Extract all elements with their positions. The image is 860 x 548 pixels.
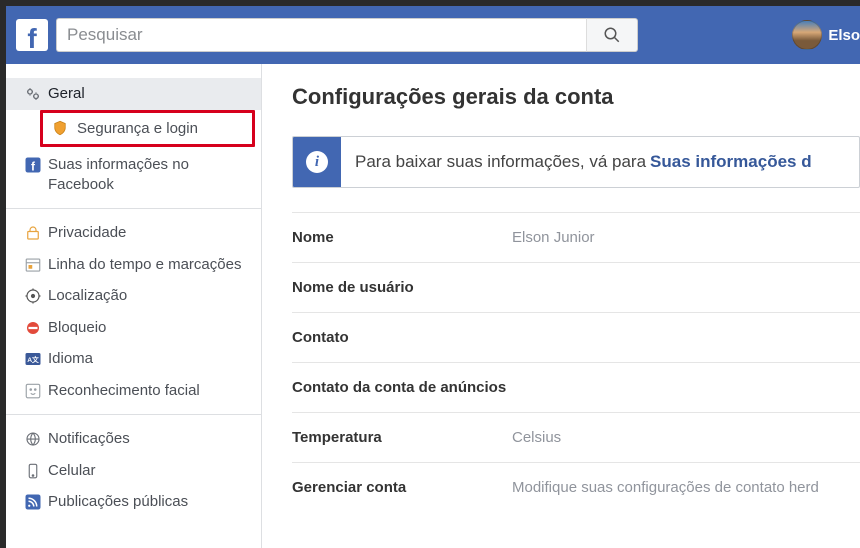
fb-logo-icon[interactable]: f xyxy=(16,19,48,51)
row-key: Nome xyxy=(292,213,512,263)
avatar xyxy=(792,20,822,50)
user-name: Elso xyxy=(828,27,860,44)
sidebar-item-linha-do-tempo[interactable]: Linha do tempo e marcações xyxy=(6,249,261,281)
table-row[interactable]: Nome de usuário xyxy=(292,263,860,313)
block-icon xyxy=(24,319,42,337)
sidebar-item-label: Publicações públicas xyxy=(48,492,188,512)
settings-sidebar: Geral Segurança e login f Suas informaçõ… xyxy=(6,64,262,548)
sidebar-item-label: Segurança e login xyxy=(77,119,198,139)
lock-icon xyxy=(24,224,42,242)
table-row[interactable]: Contato xyxy=(292,313,860,363)
gears-icon xyxy=(24,85,42,103)
shield-icon xyxy=(51,119,69,137)
sidebar-item-label: Bloqueio xyxy=(48,318,106,338)
notice-text: Para baixar suas informações, vá para Su… xyxy=(341,137,859,187)
sidebar-item-privacidade[interactable]: Privacidade xyxy=(6,217,261,249)
sidebar-item-label: Privacidade xyxy=(48,223,126,243)
rss-icon xyxy=(24,493,42,511)
row-val xyxy=(512,263,860,313)
globe-icon xyxy=(24,430,42,448)
sidebar-item-notificacoes[interactable]: Notificações xyxy=(6,423,261,455)
sidebar-item-geral[interactable]: Geral xyxy=(6,78,261,110)
highlight-annotation: Segurança e login xyxy=(40,110,255,148)
table-row[interactable]: Gerenciar conta Modifique suas configura… xyxy=(292,463,860,513)
search-wrap xyxy=(56,18,638,52)
row-val: Modifique suas configurações de contato … xyxy=(512,463,860,513)
timeline-icon xyxy=(24,256,42,274)
row-key: Gerenciar conta xyxy=(292,463,512,513)
table-row[interactable]: Contato da conta de anúncios xyxy=(292,363,860,413)
search-icon xyxy=(603,26,621,44)
row-key: Temperatura xyxy=(292,413,512,463)
row-key: Contato da conta de anúncios xyxy=(292,363,512,413)
page-title: Configurações gerais da conta xyxy=(292,84,860,110)
row-key: Contato xyxy=(292,313,512,363)
svg-text:A文: A文 xyxy=(27,355,39,364)
download-info-notice[interactable]: i Para baixar suas informações, vá para … xyxy=(292,136,860,188)
sidebar-group-3: Notificações Celular Publicações pública… xyxy=(6,423,261,526)
notice-link[interactable]: Suas informações d xyxy=(650,152,812,172)
mobile-icon xyxy=(24,462,42,480)
row-val: Elson Junior xyxy=(512,213,860,263)
sidebar-group-2: Privacidade Linha do tempo e marcações L… xyxy=(6,217,261,415)
row-val xyxy=(512,313,860,363)
fb-square-icon: f xyxy=(24,156,42,174)
info-icon: i xyxy=(293,137,341,187)
sidebar-item-idioma[interactable]: A文 Idioma xyxy=(6,343,261,375)
sidebar-item-label: Celular xyxy=(48,461,96,481)
sidebar-item-label: Notificações xyxy=(48,429,130,449)
settings-table: Nome Elson Junior Nome de usuário Contat… xyxy=(292,212,860,512)
sidebar-item-bloqueio[interactable]: Bloqueio xyxy=(6,312,261,344)
sidebar-item-label: Linha do tempo e marcações xyxy=(48,255,241,275)
sidebar-item-celular[interactable]: Celular xyxy=(6,455,261,487)
language-icon: A文 xyxy=(24,350,42,368)
sidebar-item-publicacoes-publicas[interactable]: Publicações públicas xyxy=(6,486,261,518)
sidebar-item-label: Reconhecimento facial xyxy=(48,381,200,401)
face-icon xyxy=(24,382,42,400)
sidebar-item-label: Geral xyxy=(48,84,85,104)
sidebar-item-reconhecimento-facial[interactable]: Reconhecimento facial xyxy=(6,375,261,407)
main-content: Configurações gerais da conta i Para bai… xyxy=(262,64,860,548)
sidebar-item-localizacao[interactable]: Localização xyxy=(6,280,261,312)
topbar: f Elso xyxy=(6,6,860,64)
notice-msg: Para baixar suas informações, vá para xyxy=(355,152,646,172)
search-button[interactable] xyxy=(586,18,638,52)
table-row[interactable]: Nome Elson Junior xyxy=(292,213,860,263)
search-input[interactable] xyxy=(56,18,586,52)
location-icon xyxy=(24,287,42,305)
row-val: Celsius xyxy=(512,413,860,463)
row-key: Nome de usuário xyxy=(292,263,512,313)
sidebar-item-label: Idioma xyxy=(48,349,93,369)
sidebar-item-label: Suas informações no Facebook xyxy=(48,155,251,194)
sidebar-item-seguranca[interactable]: Segurança e login xyxy=(43,113,252,145)
row-val xyxy=(512,363,860,413)
table-row[interactable]: Temperatura Celsius xyxy=(292,413,860,463)
user-menu[interactable]: Elso xyxy=(792,6,860,64)
sidebar-item-label: Localização xyxy=(48,286,127,306)
sidebar-group-1: Geral Segurança e login f Suas informaçõ… xyxy=(6,78,261,209)
sidebar-item-suas-informacoes[interactable]: f Suas informações no Facebook xyxy=(6,149,261,200)
